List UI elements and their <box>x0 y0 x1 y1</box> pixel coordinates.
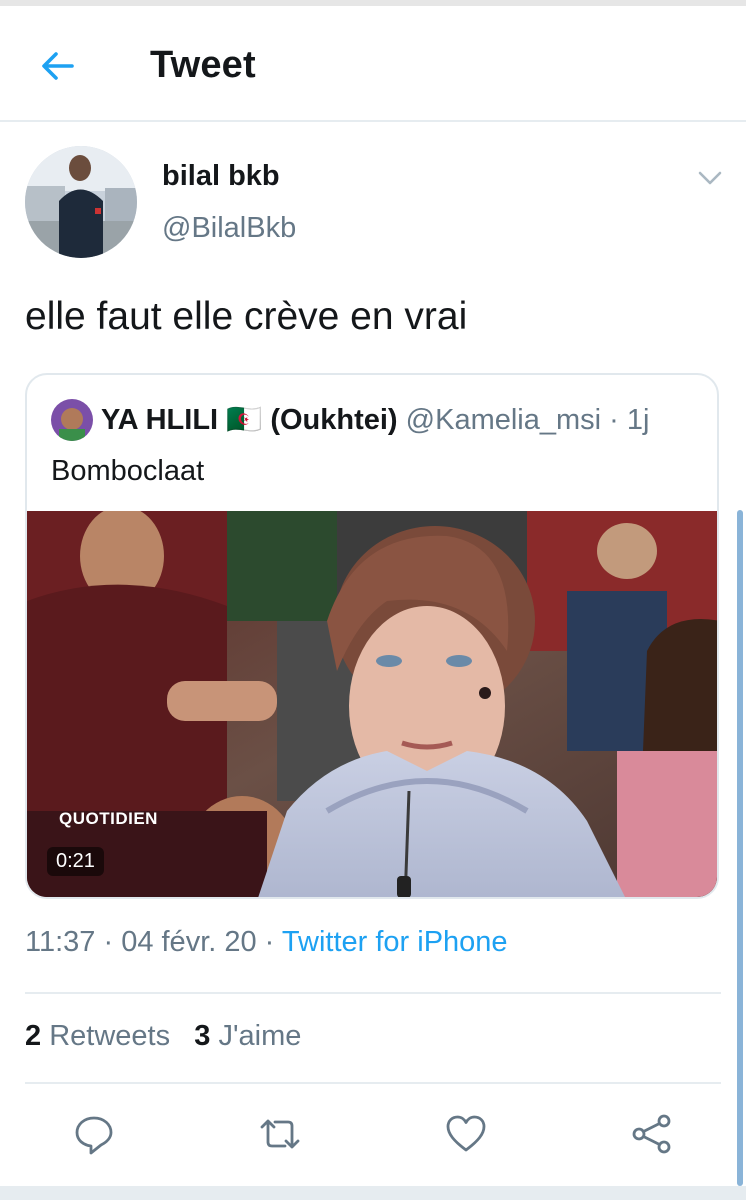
video-duration: 0:21 <box>47 847 104 876</box>
chevron-down-icon <box>698 171 722 185</box>
retweets-label: Retweets <box>49 1020 171 1052</box>
tweet-timestamp: 11:37 · 04 févr. 20 · <box>25 926 275 958</box>
back-button[interactable] <box>38 46 78 86</box>
quoted-avatar-image <box>51 399 93 441</box>
tweet-metadata: 11:37 · 04 févr. 20 · Twitter for iPhone <box>25 926 508 959</box>
reply-icon <box>75 1116 113 1155</box>
share-icon <box>632 1114 671 1154</box>
likes-stat[interactable]: 3 J'aime <box>194 1020 301 1052</box>
share-button[interactable] <box>630 1112 674 1156</box>
like-button[interactable] <box>444 1112 488 1156</box>
page-title: Tweet <box>150 44 256 86</box>
like-icon <box>446 1115 486 1152</box>
retweet-button[interactable] <box>258 1112 302 1156</box>
tweet-source-link[interactable]: Twitter for iPhone <box>282 926 508 958</box>
reply-button[interactable] <box>72 1112 116 1156</box>
retweets-count: 2 <box>25 1020 42 1052</box>
likes-count: 3 <box>194 1020 211 1052</box>
quoted-author-handle[interactable]: @Kamelia_msi <box>406 404 601 436</box>
quotidien-logo: QUOTIDIEN <box>59 809 158 828</box>
scrollbar[interactable] <box>737 510 743 1186</box>
video-frame-image <box>27 511 717 897</box>
top-bar: Tweet <box>0 6 746 122</box>
quoted-header: YA HLILI 🇩🇿 (Oukhtei) @Kamelia_msi · 1j <box>101 403 649 437</box>
author-handle[interactable]: @BilalBkb <box>162 212 296 245</box>
likes-label: J'aime <box>218 1020 302 1052</box>
divider <box>25 1082 721 1084</box>
quoted-author-avatar[interactable] <box>51 399 93 441</box>
retweet-icon <box>260 1119 300 1149</box>
author-name[interactable]: bilal bkb <box>162 160 280 193</box>
more-options-button[interactable] <box>696 166 724 190</box>
arrow-left-icon <box>42 52 74 80</box>
bottom-strip <box>0 1186 746 1200</box>
quoted-text: Bomboclaat <box>51 455 205 487</box>
quoted-tweet-card[interactable]: YA HLILI 🇩🇿 (Oukhtei) @Kamelia_msi · 1j … <box>25 373 719 899</box>
avatar-image <box>25 146 137 258</box>
author-avatar[interactable] <box>25 146 137 258</box>
quoted-time: · 1j <box>609 404 650 436</box>
video-thumbnail[interactable]: QUOTIDIEN 0:21 <box>27 511 717 897</box>
divider <box>25 992 721 994</box>
tweet-text: elle faut elle crève en vrai <box>25 295 468 338</box>
tweet-stats: 2 Retweets 3 J'aime <box>25 1020 301 1053</box>
quoted-author-name[interactable]: YA HLILI 🇩🇿 (Oukhtei) <box>101 404 398 436</box>
retweets-stat[interactable]: 2 Retweets <box>25 1020 170 1052</box>
